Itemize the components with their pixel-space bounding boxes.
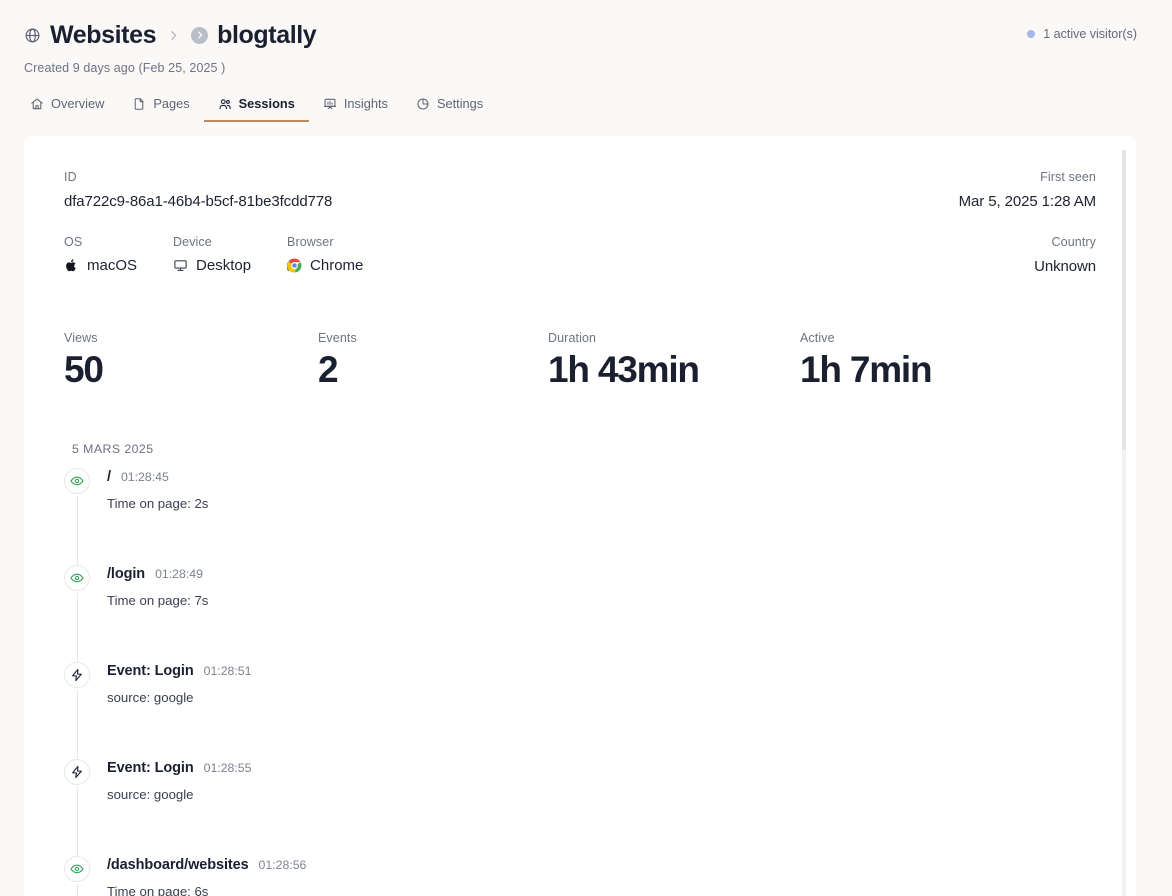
stat-active: Active 1h 7min xyxy=(800,331,931,390)
page-header: Websites blogtally Created 9 days ago (F… xyxy=(0,0,1172,75)
tab-pages-label: Pages xyxy=(153,96,189,111)
timeline-item-detail: source: google xyxy=(107,690,1096,705)
session-id-value: dfa722c9-86a1-46b4-b5cf-81be3fcdd778 xyxy=(64,193,332,210)
presentation-chart-icon xyxy=(323,97,337,111)
country-label: Country xyxy=(1034,235,1096,249)
tab-overview-label: Overview xyxy=(51,96,104,111)
globe-icon xyxy=(24,27,41,44)
lightning-icon xyxy=(64,759,90,785)
os-value: macOS xyxy=(87,257,137,274)
created-date-text: Created 9 days ago (Feb 25, 2025 ) xyxy=(24,61,1148,75)
timeline-item-title: Event: Login xyxy=(107,664,194,680)
tab-bar: Overview Pages Sessions Insights xyxy=(0,90,1172,122)
arrow-right-circle-icon xyxy=(191,27,208,44)
active-visitor-dot-icon xyxy=(1027,30,1035,38)
timeline-item-title: Event: Login xyxy=(107,761,194,777)
tab-overview[interactable]: Overview xyxy=(24,90,118,122)
tab-settings[interactable]: Settings xyxy=(402,90,497,122)
lightning-icon xyxy=(64,662,90,688)
os-block: OS macOS xyxy=(64,235,137,274)
stat-views-value: 50 xyxy=(64,351,318,390)
session-environment-row: OS macOS Device xyxy=(64,235,1096,275)
timeline-item[interactable]: Event: Login 01:28:51 source: google xyxy=(64,664,1096,761)
device-block: Device Desktop xyxy=(173,235,251,274)
stat-duration-value: 1h 43min xyxy=(548,351,800,390)
session-detail-card: ID dfa722c9-86a1-46b4-b5cf-81be3fcdd778 … xyxy=(24,136,1136,896)
tab-sessions[interactable]: Sessions xyxy=(204,90,309,122)
stat-events: Events 2 xyxy=(318,331,548,390)
active-visitors-indicator: 1 active visitor(s) xyxy=(1027,27,1137,41)
apple-icon xyxy=(64,258,79,273)
timeline-item-time: 01:28:45 xyxy=(121,471,169,485)
session-identity-row: ID dfa722c9-86a1-46b4-b5cf-81be3fcdd778 … xyxy=(64,170,1096,210)
stat-events-label: Events xyxy=(318,331,548,345)
home-icon xyxy=(30,97,44,111)
timeline-item-detail: Time on page: 2s xyxy=(107,496,1096,511)
timeline-item-detail: source: google xyxy=(107,787,1096,802)
desktop-icon xyxy=(173,258,188,273)
timeline-item-time: 01:28:55 xyxy=(204,762,252,776)
browser-label: Browser xyxy=(287,235,363,249)
timeline-item-title: /dashboard/websites xyxy=(107,858,249,874)
timeline-item[interactable]: /login 01:28:49 Time on page: 7s xyxy=(64,567,1096,664)
stat-views: Views 50 xyxy=(64,331,318,390)
tab-pages[interactable]: Pages xyxy=(118,90,203,122)
stat-events-value: 2 xyxy=(318,351,548,390)
timeline-connector xyxy=(77,787,78,862)
stat-views-label: Views xyxy=(64,331,318,345)
tab-sessions-label: Sessions xyxy=(239,96,295,111)
timeline-item-time: 01:28:56 xyxy=(259,859,307,873)
timeline-date-label: 5 MARS 2025 xyxy=(72,442,1096,456)
tab-settings-label: Settings xyxy=(437,96,483,111)
timeline-item-title: / xyxy=(107,470,111,486)
session-id-label: ID xyxy=(64,170,332,184)
tab-insights[interactable]: Insights xyxy=(309,90,402,122)
session-timeline: 5 MARS 2025 / 01:28:45 Time on page: xyxy=(64,442,1096,896)
first-seen-value: Mar 5, 2025 1:28 AM xyxy=(959,193,1096,210)
timeline-connector xyxy=(77,884,78,896)
timeline-item-title: /login xyxy=(107,567,145,583)
stat-active-value: 1h 7min xyxy=(800,351,931,390)
timeline-connector xyxy=(77,496,78,571)
stat-active-label: Active xyxy=(800,331,931,345)
eye-icon xyxy=(64,856,90,882)
timeline-item-detail: Time on page: 6s xyxy=(107,884,1096,896)
timeline-item-time: 01:28:49 xyxy=(155,568,203,582)
gear-circle-icon xyxy=(416,97,430,111)
breadcrumb-current-page: blogtally xyxy=(217,23,316,48)
session-id-block: ID dfa722c9-86a1-46b4-b5cf-81be3fcdd778 xyxy=(64,170,332,210)
chevron-right-icon xyxy=(167,29,180,42)
stat-duration: Duration 1h 43min xyxy=(548,331,800,390)
device-value: Desktop xyxy=(196,257,251,274)
tab-insights-label: Insights xyxy=(344,96,388,111)
country-value: Unknown xyxy=(1034,258,1096,275)
timeline-item[interactable]: Event: Login 01:28:55 source: google xyxy=(64,761,1096,858)
timeline-item[interactable]: / 01:28:45 Time on page: 2s xyxy=(64,470,1096,567)
active-visitors-label: 1 active visitor(s) xyxy=(1043,27,1137,41)
browser-value: Chrome xyxy=(310,257,363,274)
breadcrumb-root-link[interactable]: Websites xyxy=(50,23,156,48)
os-label: OS xyxy=(64,235,137,249)
breadcrumb: Websites blogtally xyxy=(24,18,1148,52)
eye-icon xyxy=(64,468,90,494)
device-label: Device xyxy=(173,235,251,249)
session-stats-row: Views 50 Events 2 Duration 1h 43min Acti… xyxy=(64,331,1096,390)
timeline-connector xyxy=(77,690,78,765)
users-icon xyxy=(218,97,232,111)
timeline-item-time: 01:28:51 xyxy=(204,665,252,679)
first-seen-block: First seen Mar 5, 2025 1:28 AM xyxy=(959,170,1096,210)
timeline-connector xyxy=(77,593,78,668)
chrome-icon xyxy=(287,258,302,273)
timeline-item[interactable]: /dashboard/websites 01:28:56 Time on pag… xyxy=(64,858,1096,896)
country-block: Country Unknown xyxy=(1034,235,1096,275)
browser-block: Browser Chrome xyxy=(287,235,363,274)
eye-icon xyxy=(64,565,90,591)
timeline-item-detail: Time on page: 7s xyxy=(107,593,1096,608)
file-icon xyxy=(132,97,146,111)
stat-duration-label: Duration xyxy=(548,331,800,345)
first-seen-label: First seen xyxy=(959,170,1096,184)
